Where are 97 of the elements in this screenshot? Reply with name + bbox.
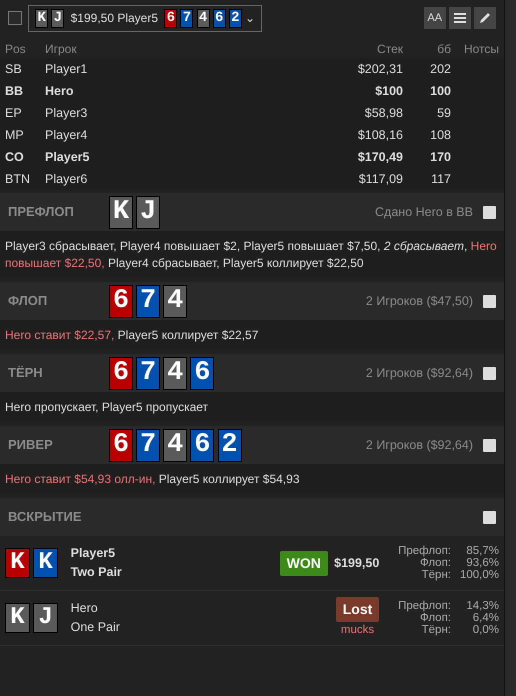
playing-card: 6: [109, 284, 133, 318]
hand-summary: $199,50 Player5: [70, 10, 158, 27]
playing-card: 6: [109, 356, 133, 390]
equity-label: Префлоп:: [398, 545, 451, 557]
street-info: Сдано Hero в BB: [375, 204, 473, 221]
list-button[interactable]: [448, 7, 471, 29]
playing-card: 7: [136, 428, 160, 462]
note-icon[interactable]: [483, 510, 496, 524]
table-cell-text: CO: [5, 148, 25, 166]
equity-value: 85,7%: [465, 545, 499, 557]
note-icon[interactable]: [483, 438, 496, 452]
table-cell-text: $100: [374, 82, 403, 100]
playing-card: 4: [163, 428, 188, 462]
table-cell-text: BB: [5, 82, 24, 100]
playing-card: 6: [212, 8, 226, 28]
equity-label: Флоп:: [418, 612, 451, 624]
table-cell-text: $108,16: [356, 126, 403, 144]
equity-value: 6,4%: [472, 612, 499, 624]
note-icon[interactable]: [483, 206, 496, 218]
lost-badge: Lost: [336, 596, 380, 622]
table-cell-text: $170,49: [356, 148, 403, 166]
hand-rank: Two Pair: [70, 564, 122, 581]
table-cell-text: Player3: [45, 104, 88, 122]
edit-button[interactable]: [474, 7, 496, 29]
table-cell-text: 100: [429, 82, 451, 100]
equity-value: 100,0%: [458, 569, 499, 581]
caret-icon: ⌄: [244, 9, 255, 27]
playing-card: 4: [196, 8, 210, 28]
table-cell-text: SB: [5, 60, 23, 78]
column-header: Нотсы: [462, 41, 499, 54]
player-name: Player5: [70, 545, 116, 562]
table-cell-text: $202,31: [356, 60, 403, 78]
playing-card: 4: [163, 284, 188, 318]
hand-selector[interactable]: K J $199,50 Player5 6 7 4 6 2 ⌄: [28, 4, 262, 32]
street-info: 2 Игроков ($47,50): [366, 292, 473, 310]
equity-label: Префлоп:: [398, 600, 451, 612]
street-info: 2 Игроков ($92,64): [366, 364, 473, 382]
playing-card: 6: [190, 428, 214, 462]
won-badge: WON: [280, 550, 328, 576]
table-cell-text: Player6: [45, 170, 88, 188]
equity-value: 0,0%: [472, 624, 499, 636]
column-header: Pos: [5, 41, 27, 54]
player-name: Hero: [70, 600, 99, 618]
hand-rank: One Pair: [70, 619, 120, 636]
won-amount: $199,50: [334, 554, 380, 572]
playing-card: 6: [109, 428, 133, 462]
playing-card: J: [33, 603, 58, 633]
column-header: бб: [436, 41, 451, 54]
table-cell-text: $117,09: [358, 170, 403, 188]
playing-card: 7: [136, 284, 160, 318]
playing-card: 2: [218, 428, 242, 462]
column-header: Игрок: [45, 41, 78, 54]
column-header: Стек: [376, 41, 403, 54]
note-icon[interactable]: [483, 366, 496, 380]
street-title: РИВЕР: [8, 436, 54, 454]
list-icon: [452, 11, 467, 25]
table-cell-text: 108: [429, 126, 451, 144]
font-size-button[interactable]: AA: [424, 7, 446, 29]
table-cell-text: BTN: [5, 170, 31, 188]
checkbox[interactable]: [8, 11, 22, 25]
playing-card: 7: [136, 356, 160, 390]
playing-card: 6: [164, 8, 178, 28]
equity-value: 93,6%: [465, 557, 499, 569]
street-info: 2 Игроков ($92,64): [366, 436, 473, 454]
table-cell-text: MP: [5, 126, 25, 144]
table-cell-text: Player1: [45, 60, 88, 78]
equity-label: Тёрн:: [420, 569, 451, 581]
table-cell-text: 170: [429, 148, 451, 166]
equity-label: Флоп:: [418, 557, 451, 569]
table-cell-text: 59: [436, 104, 451, 122]
playing-card: 4: [163, 356, 188, 390]
equity-value: 14,3%: [465, 600, 499, 612]
playing-card: K: [109, 196, 133, 228]
playing-card: 6: [190, 356, 214, 390]
playing-card: 2: [228, 8, 242, 28]
table-cell-text: Hero: [45, 82, 74, 100]
street-title: ПРЕФЛОП: [8, 203, 75, 222]
table-cell-text: 202: [429, 60, 451, 78]
playing-card: K: [5, 603, 30, 633]
street-title: ТЁРН: [8, 364, 44, 382]
table-cell-text: Player4: [45, 126, 88, 144]
street-title: ВСКРЫТИЕ: [8, 508, 83, 526]
playing-card: 7: [180, 8, 194, 28]
playing-card: J: [136, 196, 160, 228]
table-cell-text: 117: [430, 170, 451, 188]
street-title: ФЛОП: [8, 292, 48, 310]
muck-label: mucks: [340, 622, 374, 638]
table-cell-text: $58,98: [364, 104, 403, 122]
pencil-icon: [478, 11, 492, 25]
playing-card: K: [35, 8, 48, 28]
playing-card: K: [5, 548, 30, 578]
table-cell-text: EP: [5, 104, 23, 122]
table-cell-text: Player5: [45, 148, 90, 166]
note-icon[interactable]: [483, 294, 496, 308]
playing-card: J: [51, 8, 64, 28]
playing-card: K: [33, 548, 58, 578]
equity-label: Тёрн:: [420, 624, 451, 636]
